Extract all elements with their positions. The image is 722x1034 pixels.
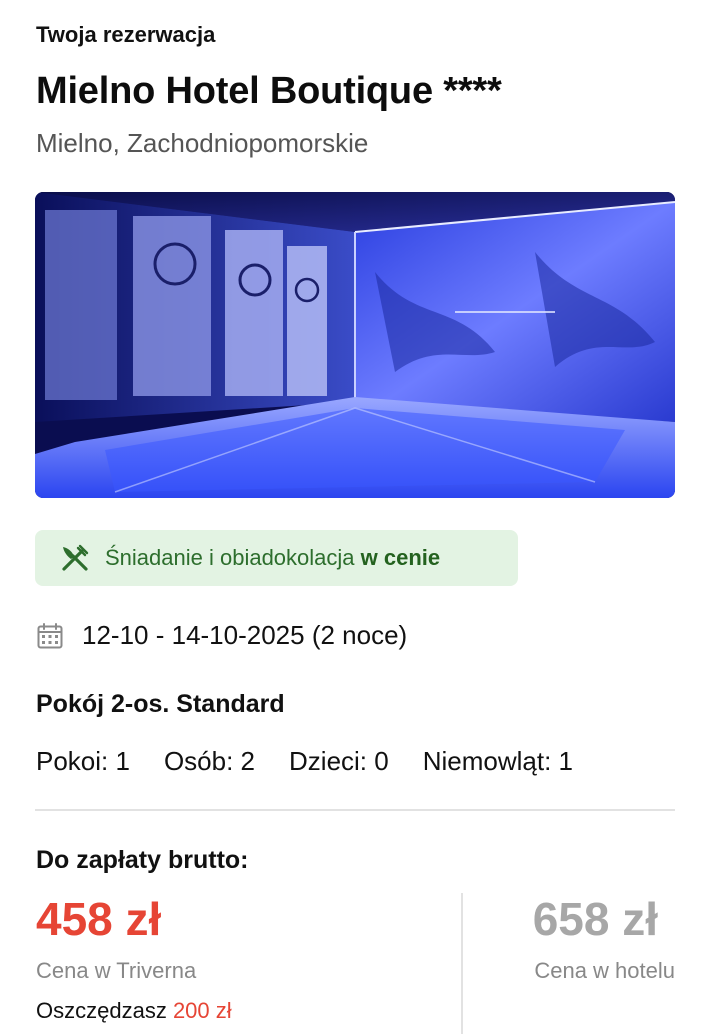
persons-count: Osób: 2 (163, 746, 256, 776)
fork-knife-icon (59, 541, 93, 575)
hotel-price: 658 zł (532, 893, 658, 945)
calendar-icon (36, 621, 66, 651)
stay-dates-text: 12-10 - 14-10-2025 (2 noce) (82, 620, 408, 650)
hotel-location: Mielno, Zachodniopomorskie (36, 128, 369, 158)
rooms-count: Pokoi: 1 (36, 746, 130, 776)
section-divider (35, 809, 675, 811)
meal-plan-text: Śniadanie i obiadokolacja w cenie (105, 545, 441, 570)
our-price-label: Cena w Triverna (36, 958, 197, 983)
savings-text: Oszczędzasz 200 zł (36, 998, 232, 1023)
stay-dates: 12-10 - 14-10-2025 (2 noce) (36, 620, 407, 651)
meal-plan-badge: Śniadanie i obiadokolacja w cenie (35, 530, 518, 586)
room-type: Pokój 2-os. Standard (36, 690, 285, 718)
savings-amount: 200 zł (172, 998, 232, 1023)
infants-count: Niemowląt: 1 (422, 746, 573, 776)
section-title: Twoja rezerwacja (36, 22, 216, 47)
hotel-price-label: Cena w hotelu (534, 958, 675, 983)
price-divider (461, 893, 463, 1034)
occupancy-summary: Pokoi: 1 Osób: 2 Dzieci: 0 Niemowląt: 1 (36, 746, 607, 777)
hotel-name: Mielno Hotel Boutique **** (36, 70, 502, 112)
hotel-photo (35, 192, 675, 498)
payment-label: Do zapłaty brutto: (36, 846, 249, 874)
children-count: Dzieci: 0 (289, 746, 389, 776)
our-price: 458 zł (36, 893, 162, 945)
